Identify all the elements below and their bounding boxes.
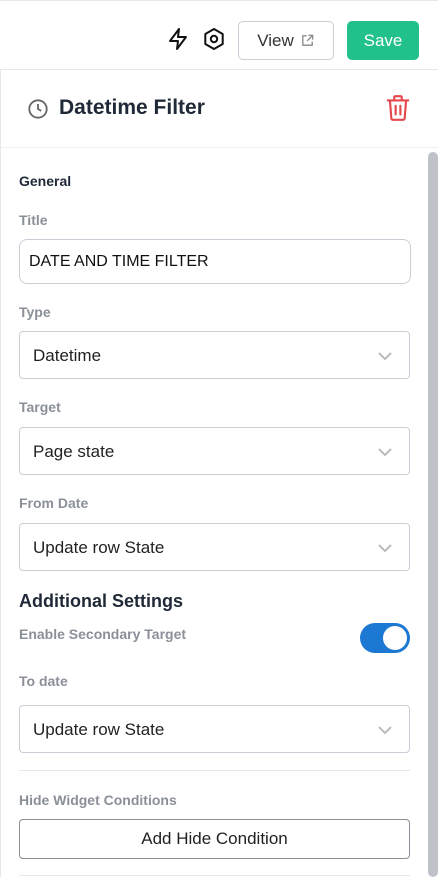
secondary-target-toggle[interactable] xyxy=(360,623,410,653)
chevron-down-icon xyxy=(378,726,392,735)
chevron-down-icon xyxy=(378,448,392,457)
type-value: Datetime xyxy=(33,346,102,365)
type-label: Type xyxy=(19,304,51,320)
target-label: Target xyxy=(19,399,61,415)
view-button[interactable]: View xyxy=(238,21,334,60)
secondary-target-label: Enable Secondary Target xyxy=(19,626,187,642)
target-value: Page state xyxy=(33,442,115,461)
panel-title: Datetime Filter xyxy=(59,96,205,119)
add-hide-condition-button[interactable]: Add Hide Condition xyxy=(19,819,410,859)
gear-icon[interactable] xyxy=(202,27,226,51)
view-label: View xyxy=(257,30,294,50)
title-input[interactable] xyxy=(19,239,411,284)
type-select[interactable]: Datetime xyxy=(19,331,410,379)
panel-header: Datetime Filter xyxy=(1,70,438,148)
widget-settings-panel: Datetime Filter General Title Type Datet… xyxy=(0,70,438,877)
additional-settings-heading: Additional Settings xyxy=(19,591,183,611)
trash-icon[interactable] xyxy=(385,94,411,122)
scrollbar[interactable] xyxy=(428,152,438,877)
divider xyxy=(19,770,410,771)
to-date-label: To date xyxy=(19,673,68,689)
from-date-select[interactable]: Update row State xyxy=(19,523,410,571)
save-button[interactable]: Save xyxy=(347,21,419,60)
to-date-value: Update row State xyxy=(33,720,165,739)
top-toolbar: View Save xyxy=(0,0,438,70)
chevron-down-icon xyxy=(378,352,392,361)
toggle-knob xyxy=(383,626,407,650)
external-link-icon xyxy=(301,34,314,46)
divider xyxy=(19,875,410,876)
from-date-value: Update row State xyxy=(33,538,165,557)
general-heading: General xyxy=(19,173,72,189)
clock-icon xyxy=(28,99,48,119)
from-date-label: From Date xyxy=(19,495,89,511)
hide-conditions-label: Hide Widget Conditions xyxy=(19,792,177,808)
lightning-icon[interactable] xyxy=(166,27,190,51)
chevron-down-icon xyxy=(378,544,392,553)
target-select[interactable]: Page state xyxy=(19,427,410,475)
to-date-select[interactable]: Update row State xyxy=(19,705,410,753)
title-label: Title xyxy=(19,212,48,228)
